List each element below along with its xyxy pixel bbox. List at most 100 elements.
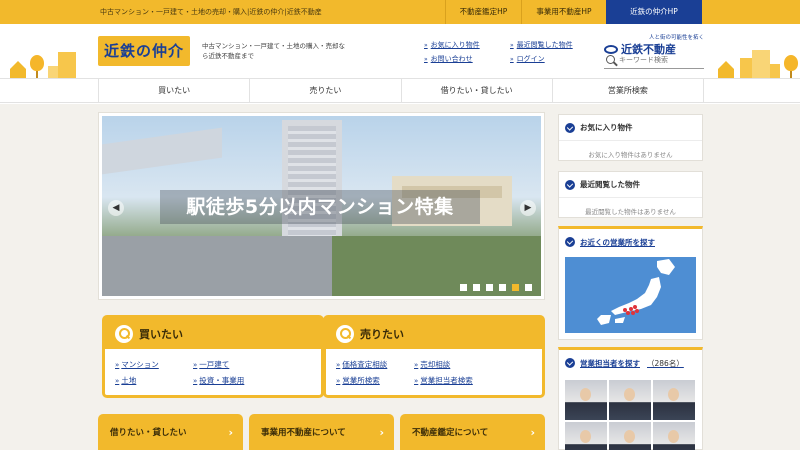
- header-links: » お気に入り物件 » 最近閲覧した物件 » お問い合わせ » ログイン: [424, 40, 596, 64]
- buy-mansion-link[interactable]: » マンション: [115, 359, 193, 370]
- nearby-offices-title: お近くの営業所を探す: [580, 237, 655, 247]
- japan-map-icon: [597, 259, 675, 325]
- favorites-link-label: お気に入り物件: [430, 41, 480, 49]
- sell-office-search-link[interactable]: » 営業所検索: [336, 375, 414, 386]
- sell-panel-title: 売りたい: [360, 327, 404, 341]
- arrow-right-icon: »: [336, 376, 341, 385]
- chevron-right-icon[interactable]: ▶: [520, 200, 536, 216]
- recently-viewed-link[interactable]: » 最近閲覧した物件: [510, 40, 596, 50]
- chevron-right-icon: ›: [530, 425, 535, 439]
- favorites-panel: お気に入り物件 お気に入り物件はありません: [558, 114, 703, 161]
- recently-viewed-panel-title: 最近閲覧した物件: [580, 180, 640, 189]
- login-link[interactable]: » ログイン: [510, 54, 596, 64]
- check-circle-icon: [565, 179, 575, 190]
- nav-office-search[interactable]: 営業所検索: [551, 79, 704, 102]
- sell-appraisal-label: 価格査定相談: [342, 360, 388, 369]
- slider-dots: [460, 284, 532, 291]
- buy-investment-label: 投資・事業用: [199, 376, 245, 385]
- slider-dot-active[interactable]: [512, 284, 519, 291]
- slider-dot[interactable]: [473, 284, 480, 291]
- top-bar: 中古マンション・一戸建て・土地の売却・購入|近鉄の仲介|近鉄不動産 不動産鑑定H…: [0, 0, 800, 24]
- nearby-offices-link[interactable]: お近くの営業所を探す: [559, 229, 702, 255]
- chevron-right-icon: ›: [379, 425, 384, 439]
- japan-map[interactable]: [565, 257, 696, 333]
- sell-office-search-label: 営業所検索: [342, 376, 380, 385]
- staff-photo[interactable]: [609, 380, 651, 420]
- buy-land-label: 土地: [121, 376, 137, 385]
- staff-count: （286名）: [647, 358, 684, 368]
- contact-link-label: お問い合わせ: [430, 55, 473, 63]
- buy-mansion-label: マンション: [121, 360, 159, 369]
- business-realestate-button[interactable]: 事業用不動産について ›: [249, 414, 394, 450]
- town-illustration-right: [710, 48, 800, 78]
- check-circle-icon: [565, 358, 575, 368]
- slider-dot[interactable]: [499, 284, 506, 291]
- check-circle-icon: [565, 237, 575, 247]
- arrow-right-icon: »: [510, 41, 514, 49]
- arrow-right-icon: »: [424, 55, 428, 63]
- appraisal-button[interactable]: 不動産鑑定について ›: [400, 414, 545, 450]
- login-link-label: ログイン: [516, 55, 545, 63]
- slider-dot[interactable]: [486, 284, 493, 291]
- staff-photo[interactable]: [565, 380, 607, 420]
- nav-sell[interactable]: 売りたい: [249, 79, 400, 102]
- arrow-right-icon: »: [414, 376, 419, 385]
- business-realestate-site-link[interactable]: 事業用不動産HP: [521, 0, 606, 24]
- slide-caption: 駅徒歩5分以内マンション特集: [160, 190, 480, 224]
- chevron-left-icon[interactable]: ◀: [108, 200, 124, 216]
- buy-panel: 買いたい » マンション » 一戸建て » 土地 » 投資・事業用: [102, 315, 324, 398]
- search-icon: [115, 324, 133, 343]
- nav-rent[interactable]: 借りたい・貸したい: [400, 79, 552, 102]
- main-nav: 買いたい 売りたい 借りたい・貸したい 営業所検索: [0, 78, 800, 103]
- arrow-right-icon: »: [414, 360, 419, 369]
- favorites-empty-message: お気に入り物件はありません: [588, 151, 673, 159]
- buy-land-link[interactable]: » 土地: [115, 375, 193, 386]
- sell-staff-search-link[interactable]: » 営業担当者検索: [414, 375, 524, 386]
- staff-search-link[interactable]: 営業担当者を探す （286名）: [559, 350, 702, 376]
- search-icon: [336, 324, 354, 343]
- search-input[interactable]: [619, 55, 699, 64]
- site-tagline: 中古マンション・一戸建て・土地の売却・購入|近鉄の仲介|近鉄不動産: [100, 8, 322, 16]
- nav-buy[interactable]: 買いたい: [98, 79, 249, 102]
- buy-panel-title: 買いたい: [139, 327, 183, 341]
- slider-dot[interactable]: [525, 284, 532, 291]
- slider-dot[interactable]: [460, 284, 467, 291]
- favorites-panel-title: お気に入り物件: [580, 123, 633, 132]
- staff-photo[interactable]: [653, 380, 695, 420]
- rent-lease-button[interactable]: 借りたい・貸したい ›: [98, 414, 243, 450]
- arrow-right-icon: »: [193, 360, 198, 369]
- arrow-right-icon: »: [115, 376, 120, 385]
- arrow-right-icon: »: [336, 360, 341, 369]
- hero-slide-image[interactable]: 駅徒歩5分以内マンション特集 ◀ ▶: [102, 116, 541, 296]
- sell-appraisal-link[interactable]: » 価格査定相談: [336, 359, 414, 370]
- staff-search-panel: 営業担当者を探す （286名）: [558, 347, 703, 450]
- staff-photo[interactable]: [653, 422, 695, 450]
- sell-consult-link[interactable]: » 売却相談: [414, 359, 524, 370]
- favorites-link[interactable]: » お気に入り物件: [424, 40, 510, 50]
- contact-link[interactable]: » お問い合わせ: [424, 54, 510, 64]
- staff-search-title: 営業担当者を探す: [580, 358, 640, 368]
- check-circle-icon: [565, 122, 575, 133]
- arrow-right-icon: »: [424, 41, 428, 49]
- top-links: 不動産鑑定HP 事業用不動産HP 近鉄の仲介HP: [445, 0, 702, 24]
- buy-investment-link[interactable]: » 投資・事業用: [193, 375, 303, 386]
- recently-viewed-empty-message: 最近閲覧した物件はありません: [585, 208, 676, 216]
- staff-photo[interactable]: [565, 422, 607, 450]
- site-logo[interactable]: 近鉄の仲介: [98, 36, 190, 66]
- staff-photo[interactable]: [609, 422, 651, 450]
- rent-lease-label: 借りたい・貸したい: [110, 428, 187, 438]
- site-header: 近鉄の仲介 中古マンション・一戸建て・土地の購入・売却なら近鉄不動産まで » お気…: [0, 24, 800, 78]
- brokerage-site-link[interactable]: 近鉄の仲介HP: [606, 0, 702, 24]
- staff-photos: [565, 380, 695, 450]
- chevron-right-icon: ›: [228, 425, 233, 439]
- arrow-right-icon: »: [510, 55, 514, 63]
- buy-house-link[interactable]: » 一戸建て: [193, 359, 303, 370]
- header-description: 中古マンション・一戸建て・土地の購入・売却なら近鉄不動産まで: [202, 42, 345, 60]
- appraisal-site-link[interactable]: 不動産鑑定HP: [445, 0, 521, 24]
- corporate-tagline: 人と街の可能性を拓く: [648, 35, 704, 41]
- nearby-offices-panel: お近くの営業所を探す: [558, 226, 703, 340]
- search-icon[interactable]: [606, 55, 615, 64]
- recently-viewed-panel: 最近閲覧した物件 最近閲覧した物件はありません: [558, 171, 703, 218]
- buy-house-label: 一戸建て: [199, 360, 230, 369]
- arrow-right-icon: »: [115, 360, 120, 369]
